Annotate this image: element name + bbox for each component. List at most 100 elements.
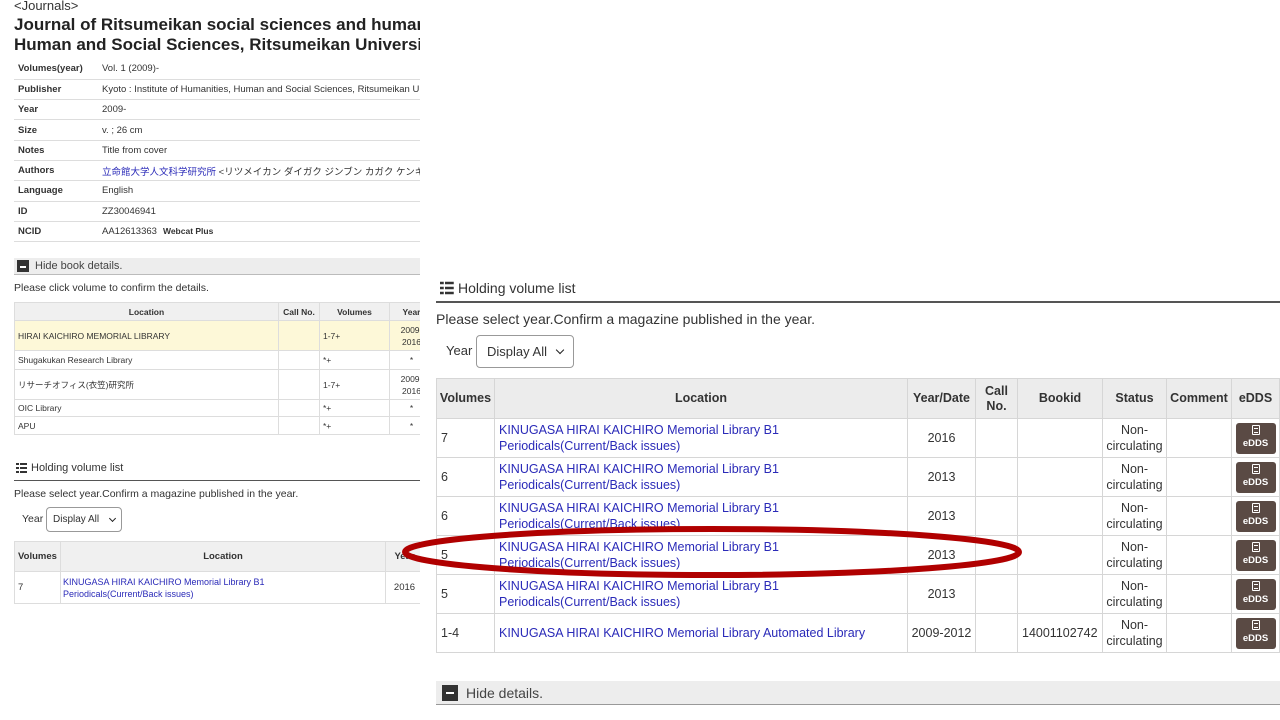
status-line: Non- xyxy=(1120,618,1149,632)
location-link[interactable]: KINUGASA HIRAI KAICHIRO Memorial Library… xyxy=(494,457,908,497)
document-icon xyxy=(1251,619,1260,630)
detail-value: ZZ30046941 xyxy=(98,201,420,222)
column-header-callno: Call No. xyxy=(975,378,1018,419)
comment-cell xyxy=(1166,418,1232,458)
edds-button[interactable]: eDDS xyxy=(1235,617,1276,649)
status-line: circulating xyxy=(1106,595,1163,609)
comment-cell xyxy=(1166,574,1232,614)
callno-cell xyxy=(975,535,1018,575)
location-cell: リサーチオフィス(衣笠)研究所 xyxy=(14,369,279,400)
status-line: Non- xyxy=(1120,501,1149,515)
location-link[interactable]: KINUGASA HIRAI KAICHIRO Memorial Library… xyxy=(494,574,908,614)
bibliographic-details-table: Volumes(year) Vol. 1 (2009)- Publisher Kyo… xyxy=(14,59,420,243)
select-year-note: Please select year.Confirm a magazine pu… xyxy=(14,488,299,500)
comment-cell xyxy=(1166,613,1232,653)
column-header-year: Year/Date xyxy=(907,378,976,419)
location-line: KINUGASA HIRAI KAICHIRO Memorial Library… xyxy=(499,423,779,437)
hide-details-label: Hide details. xyxy=(466,684,544,701)
edds-cell: eDDS xyxy=(1231,457,1280,497)
bookid-link[interactable] xyxy=(1017,457,1103,497)
bookid-link[interactable] xyxy=(1017,535,1103,575)
year-cell: * xyxy=(389,350,420,370)
edds-button[interactable]: eDDS xyxy=(1235,461,1276,493)
hide-details-toggle[interactable]: Hide details. xyxy=(436,681,1280,705)
detail-row: Notes Title from cover xyxy=(14,140,420,161)
location-link[interactable]: KINUGASA HIRAI KAICHIRO Memorial Library… xyxy=(494,418,908,458)
column-header-volumes: Volumes xyxy=(436,378,495,419)
callno-cell xyxy=(975,574,1018,614)
volumes-cell: 6 xyxy=(436,496,495,536)
hide-book-details-label: Hide book details. xyxy=(35,260,123,272)
column-header-edds: eDDS xyxy=(1231,378,1280,419)
table-row: リサーチオフィス(衣笠)研究所 1-7+ 2009-2016 xyxy=(14,369,420,400)
volumes-link[interactable]: 1-7+ xyxy=(319,320,390,351)
bookid-link[interactable] xyxy=(1017,496,1103,536)
detail-key: Language xyxy=(14,180,98,202)
callno-cell xyxy=(278,350,320,370)
year-start: 2009- xyxy=(400,373,420,384)
edds-button[interactable]: eDDS xyxy=(1235,500,1276,532)
year-cell: 2016 xyxy=(907,418,976,458)
edds-button[interactable]: eDDS xyxy=(1235,539,1276,571)
table-row: Shugakukan Research Library *+ * xyxy=(14,350,420,370)
bookid-link[interactable]: 14001102742 xyxy=(1017,613,1103,653)
year-select-small[interactable]: Display All xyxy=(46,507,122,532)
year-cell: 2009-2012 xyxy=(907,613,976,653)
location-line: Periodicals(Current/Back issues) xyxy=(499,517,681,531)
column-header-location: Location xyxy=(494,378,908,419)
location-line: KINUGASA HIRAI KAICHIRO Memorial Library… xyxy=(499,501,779,515)
volume-table: Volumes Location Year/Date Call No. Booki… xyxy=(436,378,1280,653)
holding-list-heading: Holding volume list xyxy=(440,280,576,296)
detail-key: Authors xyxy=(14,160,98,182)
volumes-link[interactable]: 1-7+ xyxy=(319,369,390,400)
location-cell: APU xyxy=(14,416,279,435)
detail-value: v. ; 26 cm xyxy=(98,119,420,141)
volumes-link[interactable]: *+ xyxy=(319,350,390,370)
document-icon xyxy=(1251,424,1260,435)
bookid-link[interactable] xyxy=(1017,574,1103,614)
author-link[interactable]: 立命館大学人文科学研究所 xyxy=(102,167,216,178)
collapse-icon xyxy=(442,684,458,701)
year-select[interactable]: Display All xyxy=(476,335,574,368)
location-cell: Shugakukan Research Library xyxy=(14,350,279,370)
edds-button-label: eDDS xyxy=(1242,515,1269,527)
header-line: Call xyxy=(985,383,1008,398)
location-line: KINUGASA HIRAI KAICHIRO Memorial Library… xyxy=(499,540,779,554)
location-link[interactable]: KINUGASA HIRAI KAICHIRO Memorial Library… xyxy=(60,571,386,604)
volumes-link[interactable]: *+ xyxy=(319,399,390,417)
edds-button[interactable]: eDDS xyxy=(1235,578,1276,610)
list-icon xyxy=(440,281,454,295)
breadcrumb[interactable]: <Journals> xyxy=(14,0,78,13)
location-link[interactable]: KINUGASA HIRAI KAICHIRO Memorial Library… xyxy=(494,496,908,536)
detail-key: Publisher xyxy=(14,79,98,101)
ncid-value: AA12613363 xyxy=(102,226,157,238)
year-cell: 2009-2016 xyxy=(389,369,420,400)
chevron-down-icon xyxy=(555,345,565,354)
location-link[interactable]: KINUGASA HIRAI KAICHIRO Memorial Library… xyxy=(494,613,908,653)
volumes-cell: 7 xyxy=(14,571,61,604)
table-row: 1-4 KINUGASA HIRAI KAICHIRO Memorial Lib… xyxy=(436,613,1280,653)
location-line: KINUGASA HIRAI KAICHIRO Memorial Library… xyxy=(63,576,265,587)
callno-cell xyxy=(975,418,1018,458)
bookid-link[interactable] xyxy=(1017,418,1103,458)
table-row: 7 KINUGASA HIRAI KAICHIRO Memorial Libra… xyxy=(14,571,420,604)
year-end: 2016 xyxy=(402,336,420,347)
status-line: Non- xyxy=(1120,540,1149,554)
location-cell: HIRAI KAICHIRO MEMORIAL LIBRARY xyxy=(14,320,279,351)
hide-book-details-toggle[interactable]: Hide book details. xyxy=(14,258,420,275)
detail-key: Size xyxy=(14,119,98,141)
table-row: OIC Library *+ * xyxy=(14,399,420,417)
detail-key: Volumes(year) xyxy=(14,59,98,80)
status-cell: Non-circulating xyxy=(1102,535,1167,575)
column-header-year: Year xyxy=(385,541,420,572)
table-row: 7 KINUGASA HIRAI KAICHIRO Memorial Libra… xyxy=(436,418,1280,458)
table-row: 5 KINUGASA HIRAI KAICHIRO Memorial Libra… xyxy=(436,574,1280,614)
location-link[interactable]: KINUGASA HIRAI KAICHIRO Memorial Library… xyxy=(494,535,908,575)
year-select-value: Display All xyxy=(53,514,100,525)
webcat-plus-link[interactable]: Webcat Plus xyxy=(163,226,213,236)
divider xyxy=(436,301,1280,303)
edds-cell: eDDS xyxy=(1231,574,1280,614)
edds-button[interactable]: eDDS xyxy=(1235,422,1276,454)
detail-value: Kyoto : Institute of Humanities, Human a… xyxy=(98,79,420,101)
volumes-link[interactable]: *+ xyxy=(319,416,390,435)
